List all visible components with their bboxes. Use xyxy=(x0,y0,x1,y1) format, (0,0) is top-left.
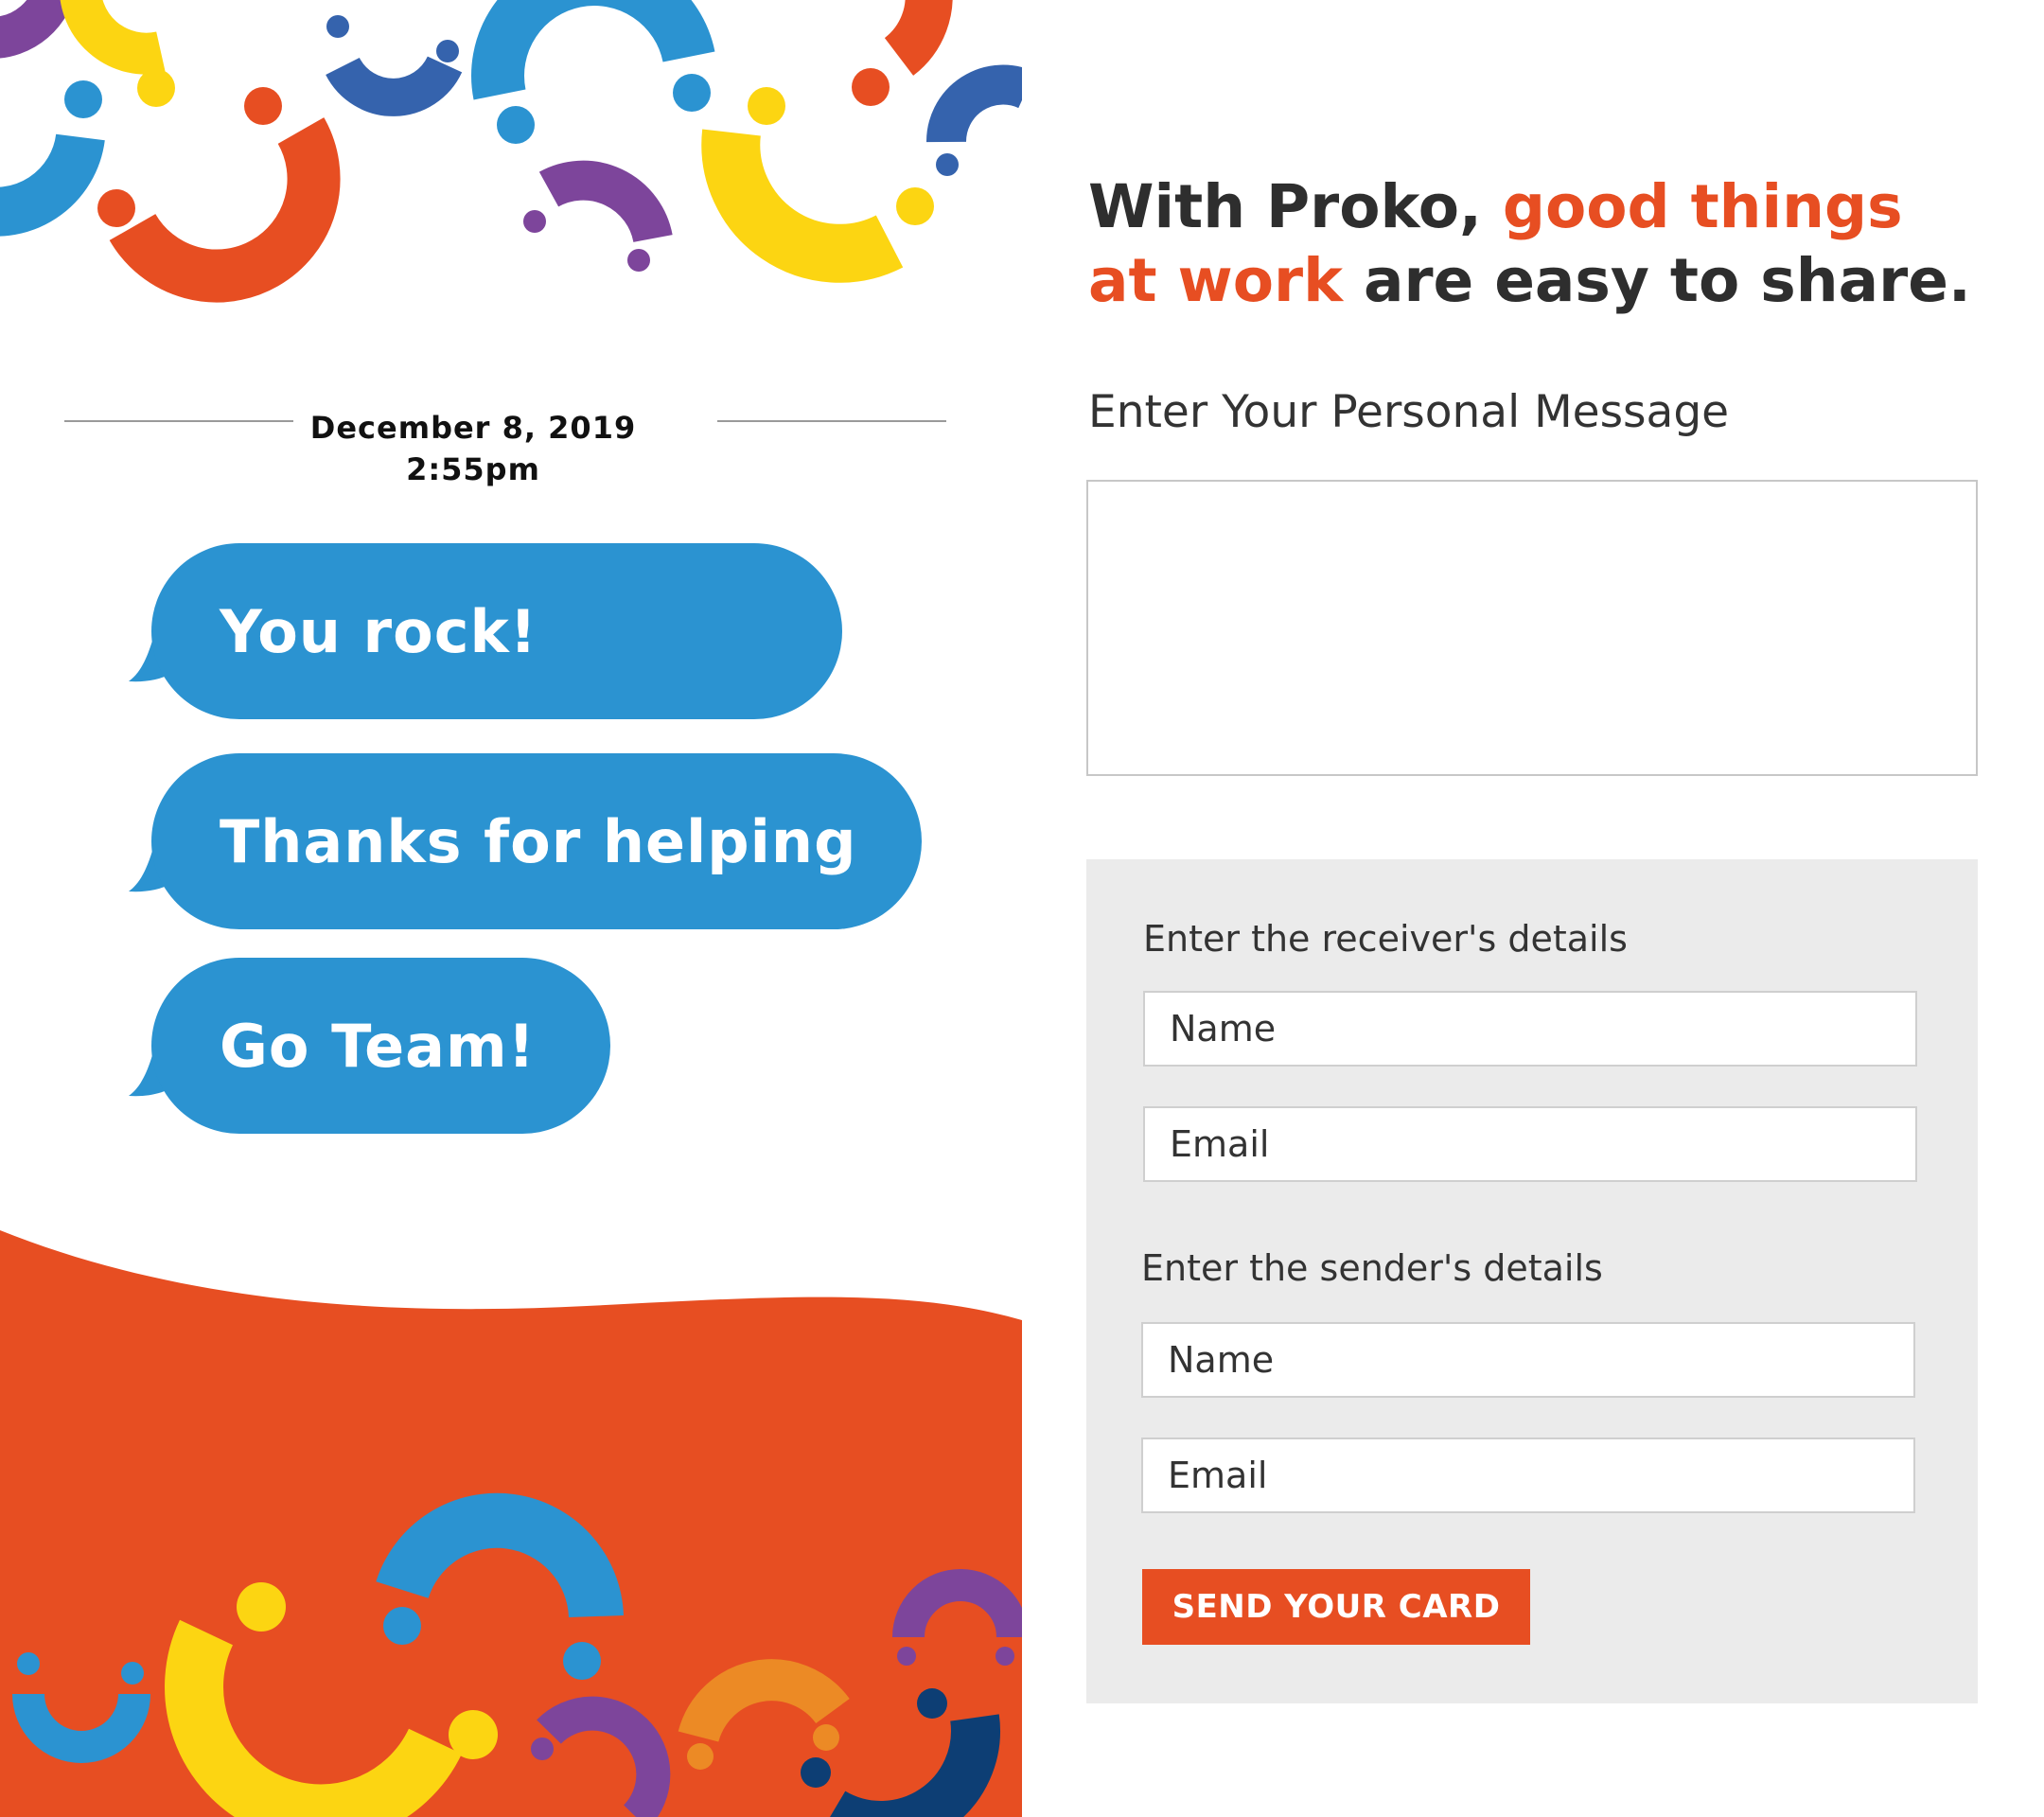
card-time: 2:55pm xyxy=(406,451,540,487)
greeting-card: December 8, 2019 2:55pm You rock! Thanks… xyxy=(0,0,1022,1817)
details-panel: Enter the receiver's details Enter the s… xyxy=(1086,859,1978,1703)
send-card-button[interactable]: SEND YOUR CARD xyxy=(1142,1569,1530,1645)
headline-part1: With Proko, xyxy=(1088,172,1503,241)
sender-details-label: Enter the sender's details xyxy=(1141,1247,1603,1289)
confetti-arc-yellow-big xyxy=(701,129,904,283)
confetti-arc-yellow-top xyxy=(60,0,166,75)
headline-part2: are easy to share. xyxy=(1343,246,1971,315)
confetti-arc-purple-topleft xyxy=(0,0,74,59)
chat-bubble-3: Go Team! xyxy=(151,958,610,1134)
personal-message-input[interactable] xyxy=(1086,480,1978,776)
card-date: December 8, 2019 xyxy=(309,410,637,446)
card-timestamp: December 8, 2019 2:55pm xyxy=(0,407,946,490)
page-headline: With Proko, good things at work are easy… xyxy=(1088,170,1987,318)
receiver-details-label: Enter the receiver's details xyxy=(1143,918,1628,960)
sender-email-input[interactable] xyxy=(1141,1438,1915,1513)
confetti-arc-blue-top xyxy=(471,0,715,100)
confetti-arc-blue-left xyxy=(0,132,105,237)
sender-name-input[interactable] xyxy=(1141,1322,1915,1398)
personal-message-label: Enter Your Personal Message xyxy=(1088,386,1730,438)
confetti-arc-orange-topright xyxy=(884,0,953,76)
chat-bubble-1: You rock! xyxy=(151,543,842,719)
confetti-arc-orange-big xyxy=(109,117,341,303)
chat-bubble-2: Thanks for helping xyxy=(151,753,922,929)
confetti-arc-navy-right xyxy=(925,64,1022,143)
confetti-arc-navy-small xyxy=(326,55,463,116)
confetti-arc-purple-mid xyxy=(538,160,673,243)
receiver-email-input[interactable] xyxy=(1143,1106,1917,1182)
receiver-name-input[interactable] xyxy=(1143,991,1917,1067)
